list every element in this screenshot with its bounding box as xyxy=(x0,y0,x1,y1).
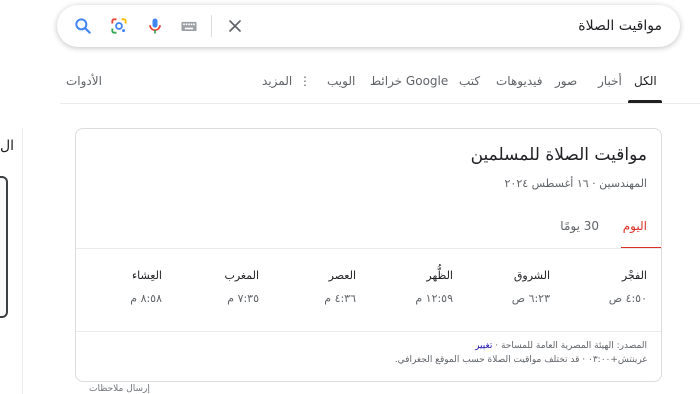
tab-more[interactable]: المزيد ⋮ xyxy=(262,74,311,88)
close-icon[interactable] xyxy=(225,16,245,36)
keyboard-icon[interactable] xyxy=(179,16,199,36)
tab-30-days[interactable]: 30 يومًا xyxy=(560,219,599,233)
search-input[interactable] xyxy=(342,15,662,37)
prayer-dhuhr: الظُّهر ١٢:٥٩ م xyxy=(356,269,453,305)
card-subtitle: المهندسين · ١٦ أغسطس ٢٠٢٤ xyxy=(504,177,647,190)
prayer-maghrib: المغرب ٧:٣٥ م xyxy=(162,269,260,305)
search-divider xyxy=(211,15,212,37)
tab-all[interactable]: الكل xyxy=(634,74,657,88)
prayer-fajr: الفجْر ٤:٥٠ ص xyxy=(550,269,647,305)
prayer-asr: العصر ٤:٣٦ م xyxy=(259,269,356,305)
tab-today[interactable]: اليوم xyxy=(623,219,647,233)
prayer-time: ٤:٣٦ م xyxy=(324,292,356,305)
search-icon[interactable] xyxy=(73,16,93,36)
prayer-time: ٤:٥٠ ص xyxy=(608,292,647,305)
prayer-time: ٧:٣٥ م xyxy=(227,292,259,305)
vertical-dots-icon: ⋮ xyxy=(299,74,312,88)
tab-books[interactable]: كتب xyxy=(459,74,480,88)
card-title: مواقيت الصلاة للمسلمين xyxy=(470,145,647,165)
prayer-name: العِشاء xyxy=(131,269,162,282)
prayer-time: ٦:٢٣ ص xyxy=(511,292,550,305)
prayer-times-card: مواقيت الصلاة للمسلمين المهندسين · ١٦ أغ… xyxy=(75,128,662,382)
tools-button[interactable]: الأدوات xyxy=(66,74,102,88)
prayer-name: الفجْر xyxy=(621,269,647,282)
source-line: المصدر: الهيئة المصرية العامة للمساحة · … xyxy=(475,341,647,351)
tabs-divider xyxy=(60,103,700,104)
search-tabs: الكل أخبار صور فيديوهات كتب خرائط Google… xyxy=(0,62,700,104)
prayer-name: المغرب xyxy=(224,269,260,282)
source-text: المصدر: الهيئة المصرية العامة للمساحة · xyxy=(495,341,647,351)
send-feedback-link[interactable]: إرسال ملاحظات xyxy=(89,384,150,394)
prayer-sunrise: الشروق ٦:٢٣ ص xyxy=(453,269,550,305)
microphone-icon[interactable] xyxy=(145,16,165,36)
card-tabs: اليوم 30 يومًا xyxy=(76,211,661,249)
prayer-name: العصر xyxy=(328,269,356,282)
tab-images[interactable]: صور xyxy=(555,74,577,88)
phone-image xyxy=(0,176,8,318)
prayer-isha: العِشاء ٨:٥٨ م xyxy=(76,269,162,305)
prayer-time: ١٢:٥٩ م xyxy=(415,292,453,305)
tab-maps[interactable]: خرائط Google xyxy=(370,74,448,88)
tab-videos[interactable]: فيديوهات xyxy=(496,74,542,88)
left-column-divider xyxy=(22,128,23,394)
prayer-name: الشروق xyxy=(513,269,550,282)
tab-web[interactable]: الويب xyxy=(327,74,355,88)
left-partial-text: ال xyxy=(0,138,15,154)
card-divider-bottom xyxy=(76,331,661,332)
google-lens-icon[interactable] xyxy=(109,16,129,36)
change-source-link[interactable]: تغيير xyxy=(475,341,492,351)
tab-more-label: المزيد xyxy=(262,74,293,88)
timezone-note: غرينتش+٠٣:٠٠ · قد تختلف مواقيت الصلاة حس… xyxy=(394,355,647,365)
prayer-time: ٨:٥٨ م xyxy=(130,292,162,305)
prayer-times-row: الفجْر ٤:٥٠ ص الشروق ٦:٢٣ ص الظُّهر ١٢:٥… xyxy=(76,249,661,331)
tab-news[interactable]: أخبار xyxy=(598,74,622,88)
prayer-name: الظُّهر xyxy=(426,269,453,282)
search-bar xyxy=(57,5,680,47)
